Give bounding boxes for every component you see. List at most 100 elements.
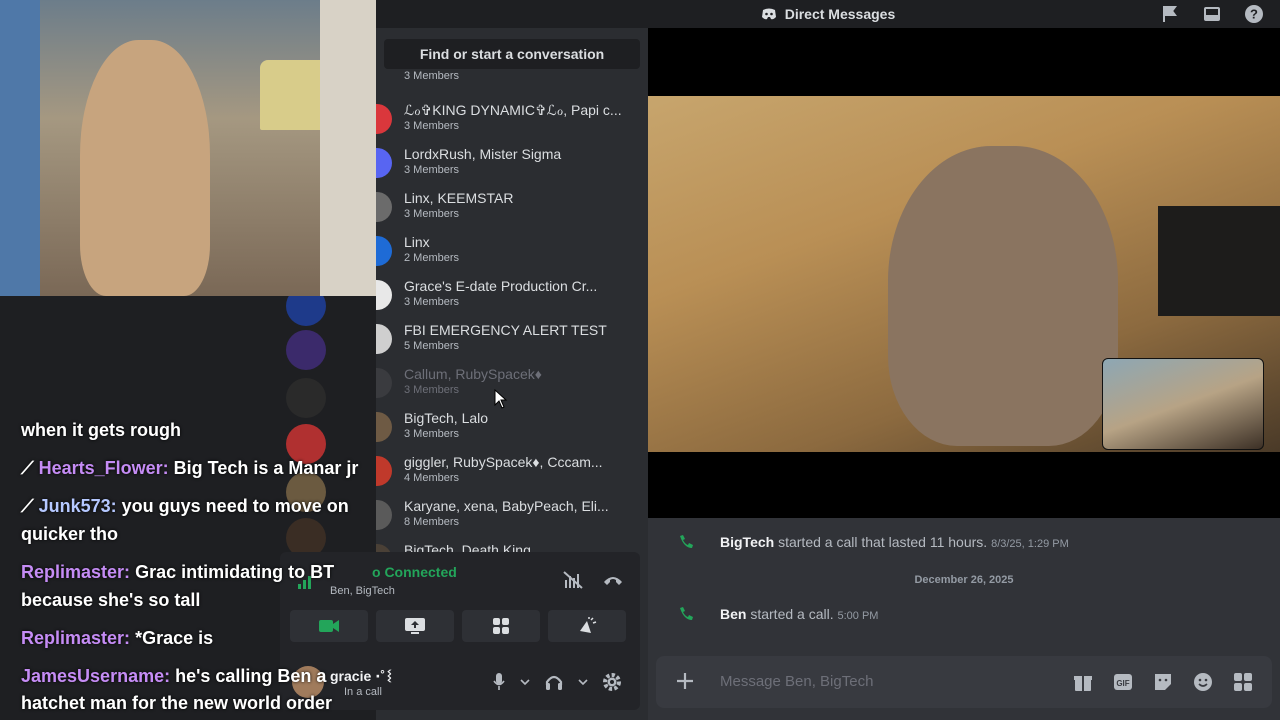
dm-item[interactable]: Linx 2 Members [376,228,648,272]
discord-icon [761,8,776,20]
chevron-down-icon[interactable] [578,678,588,686]
dm-item[interactable]: giggler, RubySpacek♦, Cccam... 4 Members [376,448,648,492]
dm-name: FBI EMERGENCY ALERT TEST [404,322,607,338]
group-avatar [376,192,392,222]
soundboard-button[interactable] [548,610,626,642]
dm-item[interactable]: Callum, RubySpacek♦ 3 Members [376,360,648,404]
activities-icon [493,618,509,634]
dm-item[interactable]: LordxRush, Mister Sigma 3 Members [376,140,648,184]
chat-text: because she's so tall [21,590,201,610]
dm-members: 3 Members [404,296,460,308]
chat-line: Replimaster: Grac intimidating to BT [21,562,334,583]
dm-members: 8 Members [404,516,460,528]
dm-name: Linx [404,234,430,250]
message-timestamp: 8/3/25, 1:29 PM [991,538,1069,550]
dm-members: 5 Members [404,340,460,352]
gear-icon[interactable] [602,672,622,692]
dm-name: Callum, RubySpacek♦ [404,366,542,382]
dm-name: LordxRush, Mister Sigma [404,146,562,162]
chat-text: when it gets rough [21,420,181,440]
dm-item[interactable]: Karyane, xena, BabyPeach, Eli... 8 Member… [376,492,648,536]
chat-text: he's calling Ben a [175,666,327,686]
screenshare-icon [405,618,425,634]
dm-name: BigTech, Lalo [404,410,489,426]
dm-members: 2 Members [404,252,460,264]
emoji-icon[interactable] [1192,671,1214,693]
date-divider: December 26, 2025 [914,574,1014,586]
chevron-down-icon[interactable] [520,678,530,686]
streamer-figure [80,40,210,296]
chat-text: you guys need to move on [121,496,349,516]
gift-icon[interactable] [1072,671,1094,693]
chat-username: Replimaster: [21,562,131,582]
chat-username: Hearts_Flower: [38,458,169,478]
dm-members: 3 Members [404,208,460,220]
message-text: started a call that lasted 11 hours. [778,534,988,550]
streamer-webcam [0,0,376,296]
video-feed-self[interactable] [1102,358,1264,450]
sticker-icon[interactable] [1152,671,1174,693]
wall-art [0,0,40,296]
message-text: started a call. [750,606,834,622]
top-bar: Direct Messages ? [376,0,1280,28]
plus-icon[interactable] [674,670,696,692]
dm-members: 4 Members [404,472,460,484]
chat-username: Junk573: [38,496,117,516]
stream-chat-overlay: when it gets rough ⟋ Hearts_Flower: Big … [0,296,400,720]
chat-text: hatchet man for the new world order [21,693,333,713]
help-icon[interactable]: ? [1244,4,1264,24]
soundboard-icon [580,617,597,633]
message-timestamp: 5:00 PM [837,610,879,622]
gif-icon[interactable]: GIF [1112,671,1134,693]
apps-icon[interactable] [1232,671,1254,693]
microphone-icon[interactable] [492,672,506,692]
dm-item[interactable]: ℒℴ✞KING DYNAMIC✞ℒℴ, Papi c... 3 Members [376,96,648,140]
call-message: BigTech started a call that lasted 11 ho… [720,534,1069,550]
flag-icon[interactable] [1160,4,1180,24]
call-message: Ben started a call. 5:00 PM [720,606,878,622]
dm-item[interactable]: FBI EMERGENCY ALERT TEST 5 Members [376,316,648,360]
svg-text:?: ? [1250,7,1258,22]
chat-line: when it gets rough [21,420,181,441]
dm-members: 3 Members [404,120,460,132]
page-title: Direct Messages [761,6,896,22]
search-button[interactable]: Find or start a conversation [384,39,640,69]
dm-name: Karyane, xena, BabyPeach, Eli... [404,498,609,514]
noise-suppression-icon[interactable] [562,570,584,590]
chat-line: because she's so tall [21,590,200,611]
chat-text: Big Tech is a Manar jr [173,458,359,478]
title-text: Direct Messages [784,6,896,22]
phone-icon [680,535,693,548]
chat-line: ⟋ Hearts_Flower: Big Tech is a Manar jr [21,458,359,478]
chat-username: Replimaster: [21,628,131,648]
disconnect-icon[interactable] [602,570,624,590]
activities-button[interactable] [462,610,540,642]
chat-username: JamesUsername: [21,666,171,686]
group-avatar [376,148,392,178]
dm-item[interactable]: Linx, KEEMSTAR 3 Members [376,184,648,228]
message-author[interactable]: BigTech [720,534,774,550]
dm-members: 3 Members [404,164,460,176]
dm-partial-members: 3 Members [404,70,460,82]
dm-members: 3 Members [404,384,460,396]
inbox-icon[interactable] [1202,4,1222,24]
chat-line: hatchet man for the new world order [21,693,332,714]
headphones-icon[interactable] [544,672,564,692]
chat-line: JamesUsername: he's calling Ben a [21,666,326,687]
chat-line: ⟋ Junk573: you guys need to move on [21,496,349,516]
dm-name: Linx, KEEMSTAR [404,190,514,206]
cursor-icon [494,389,508,409]
message-author[interactable]: Ben [720,606,746,622]
participant-figure [888,146,1118,446]
chat-line: Replimaster: *Grace is [21,628,213,649]
dm-name: Grace's E-date Production Cr... [404,278,598,294]
dm-members: 3 Members [404,428,460,440]
phone-icon [680,607,693,620]
message-composer[interactable]: Message Ben, BigTech GIF [656,656,1272,708]
message-input[interactable]: Message Ben, BigTech [720,673,873,690]
dm-name: giggler, RubySpacek♦, Cccam... [404,454,603,470]
tv-shape [1158,206,1280,316]
chat-text: *Grace is [135,628,214,648]
dm-item[interactable]: BigTech, Lalo 3 Members [376,404,648,448]
dm-item[interactable]: Grace's E-date Production Cr... 3 Members [376,272,648,316]
